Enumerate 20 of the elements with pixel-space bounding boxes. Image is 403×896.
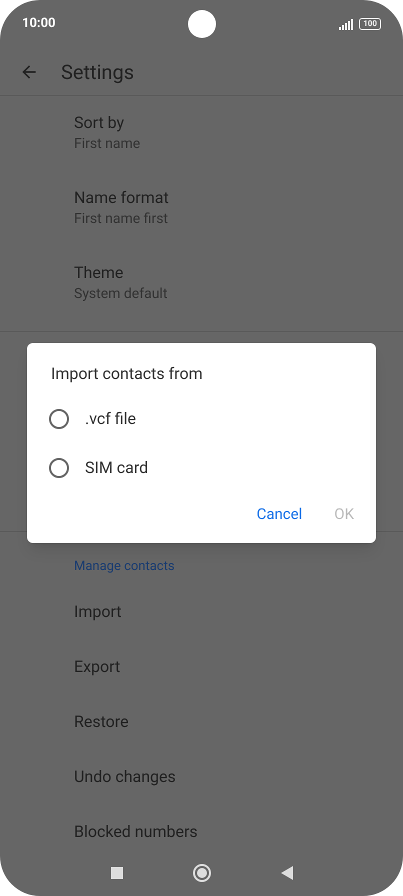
status-time: 10:00 bbox=[22, 15, 56, 34]
battery-indicator: 100 bbox=[359, 18, 381, 30]
radio-icon[interactable] bbox=[49, 408, 69, 428]
settings-item[interactable]: Blocked numbers bbox=[0, 804, 403, 859]
camera-hole-icon bbox=[188, 10, 216, 38]
dialog-title: Import contacts from bbox=[51, 363, 204, 385]
radio-icon[interactable] bbox=[49, 458, 69, 478]
home-icon[interactable] bbox=[192, 864, 210, 882]
settings-item[interactable]: Export bbox=[0, 639, 403, 694]
settings-item[interactable]: Undo changes bbox=[0, 749, 403, 804]
settings-item[interactable]: Import bbox=[0, 584, 403, 639]
dialog-button[interactable]: Cancel bbox=[248, 496, 310, 531]
radio-option[interactable]: .vcf file bbox=[27, 394, 376, 443]
app-bar-title: Settings bbox=[61, 58, 134, 86]
section-header: Manage contacts bbox=[73, 558, 176, 576]
recents-icon[interactable] bbox=[110, 867, 122, 879]
radio-option[interactable]: SIM card bbox=[27, 443, 376, 492]
signal-icon bbox=[339, 18, 354, 30]
settings-item[interactable]: Restore bbox=[0, 694, 403, 749]
back-icon[interactable] bbox=[280, 866, 292, 880]
